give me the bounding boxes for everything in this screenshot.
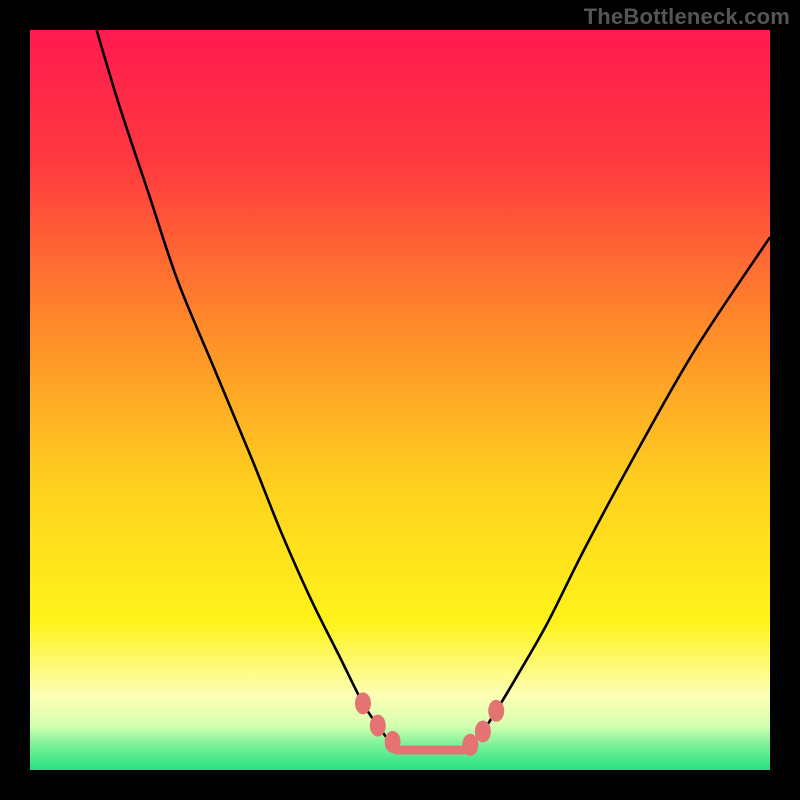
bottleneck-curve (97, 30, 770, 752)
curve-marker (370, 715, 386, 737)
chart-svg (30, 30, 770, 770)
curve-marker (355, 692, 371, 714)
plot-area (30, 30, 770, 770)
curve-marker (475, 721, 491, 743)
outer-frame: TheBottleneck.com (0, 0, 800, 800)
watermark-text: TheBottleneck.com (584, 4, 790, 30)
curve-marker (488, 700, 504, 722)
